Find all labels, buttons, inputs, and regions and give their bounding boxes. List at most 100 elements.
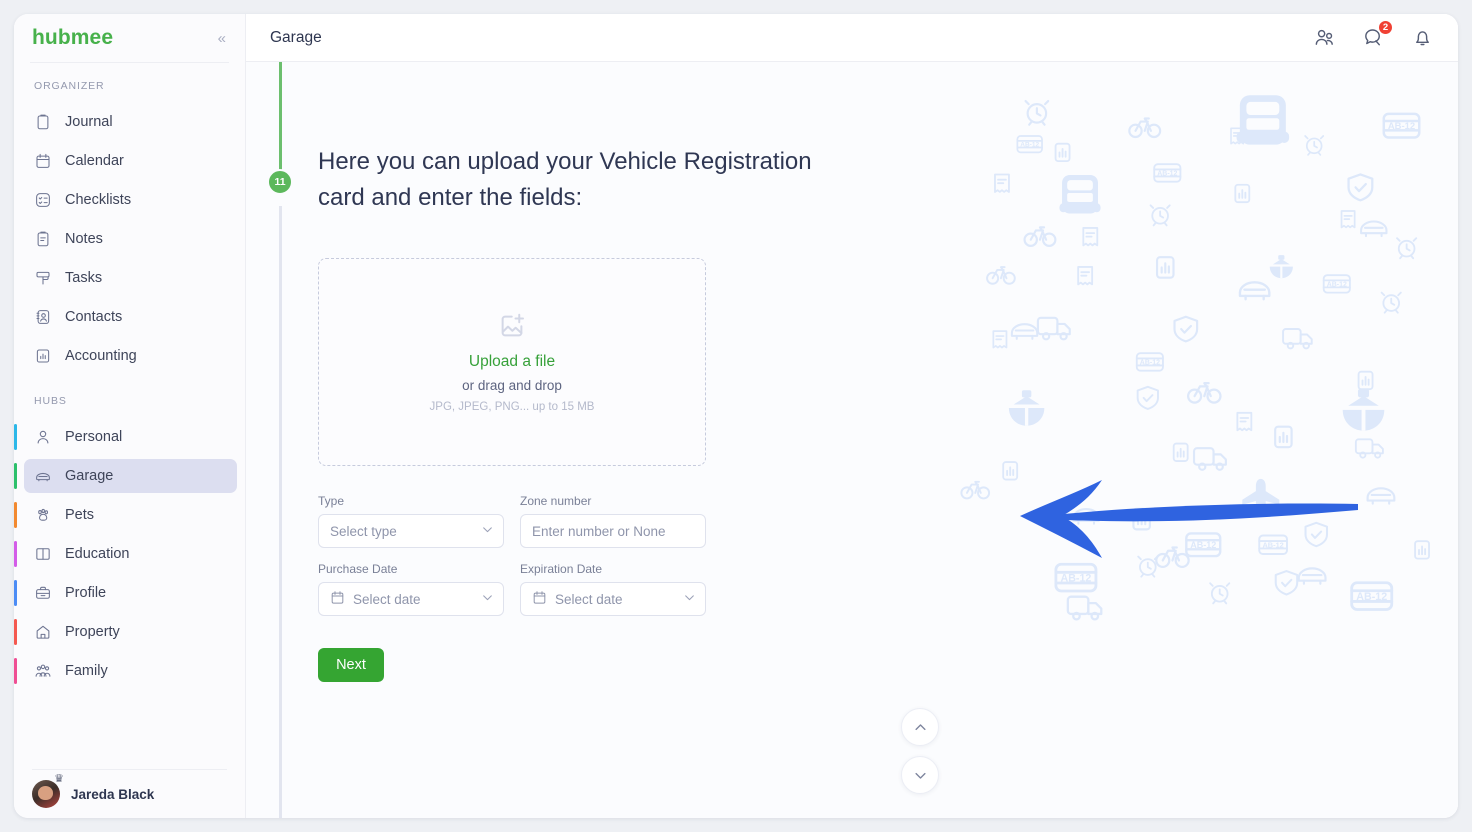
hub-accent-bar: [14, 502, 17, 528]
field-label: Type: [318, 494, 345, 508]
sidebar-item-label: Accounting: [65, 348, 137, 364]
bell-icon[interactable]: [1411, 26, 1434, 49]
type-select[interactable]: Select type: [318, 514, 504, 548]
svg-text:AB-12: AB-12: [1356, 591, 1387, 603]
app-logo[interactable]: hubmee: [32, 26, 113, 50]
expiration-date-picker[interactable]: Select date: [520, 582, 706, 616]
sidebar-item-contacts[interactable]: Contacts: [20, 300, 237, 334]
car-icon: [34, 467, 52, 485]
zone-number-input[interactable]: Enter number or None: [520, 514, 706, 548]
checklist-icon: [34, 191, 52, 209]
avatar: ♛: [32, 774, 64, 808]
accounting-chart-icon: [34, 347, 52, 365]
sidebar-item-label: Contacts: [65, 309, 123, 325]
sidebar-item-label: Garage: [65, 468, 114, 484]
chevron-down-icon[interactable]: [481, 523, 494, 539]
chevron-down-icon[interactable]: [481, 591, 494, 607]
topbar: Garage 2: [246, 14, 1458, 62]
page-title: Garage: [270, 28, 322, 46]
sidebar-item-tasks[interactable]: Tasks: [20, 261, 237, 295]
notes-icon: [34, 230, 52, 248]
sidebar-item-label: Profile: [65, 585, 107, 601]
calendar-icon: [532, 590, 547, 608]
sidebar-item-journal[interactable]: Journal: [20, 105, 237, 139]
sidebar-item-family[interactable]: Family: [14, 654, 237, 688]
sidebar-item-label: Tasks: [65, 270, 103, 286]
sidebar-item-label: Family: [65, 663, 108, 679]
user-divider: [32, 769, 227, 770]
purchase-date-picker[interactable]: Select date: [318, 582, 504, 616]
upload-a-file-link[interactable]: Upload a file: [469, 353, 555, 371]
sidebar-item-profile[interactable]: Profile: [14, 576, 237, 610]
hub-accent-bar: [14, 619, 17, 645]
sidebar: hubmee « ORGANIZER Journal Calendar Checkl…: [14, 14, 246, 818]
hubs-nav-list: Personal Garage Pets Education Profile Proper…: [14, 415, 245, 693]
sidebar-item-label: Property: [65, 624, 120, 640]
field-value: Select date: [353, 591, 421, 607]
timeline-line-completed: [279, 62, 282, 182]
briefcase-icon: [34, 584, 52, 602]
field-value: Enter number or None: [532, 523, 666, 539]
paw-icon: [34, 506, 52, 524]
users-icon[interactable]: [1313, 26, 1336, 49]
brand-row: hubmee «: [14, 14, 245, 62]
page-headline: Here you can upload your Vehicle Registr…: [318, 148, 812, 211]
chat-icon[interactable]: 2: [1362, 20, 1393, 49]
svg-text:AB-12: AB-12: [1140, 360, 1160, 367]
svg-text:AB-12: AB-12: [1327, 281, 1347, 288]
scroll-down-button[interactable]: [901, 756, 939, 794]
hub-accent-bar: [14, 424, 17, 450]
clipboard-icon: [34, 113, 52, 131]
drag-and-drop-text: or drag and drop: [462, 378, 562, 393]
field-label: Purchase Date: [318, 562, 398, 576]
calendar-icon: [34, 152, 52, 170]
field-value: Select type: [330, 523, 397, 539]
sidebar-item-label: Personal: [65, 429, 123, 445]
scroll-controls: [901, 708, 939, 794]
svg-text:AB-12: AB-12: [1190, 540, 1216, 550]
vehicle-form: Type Select type Zone number Enter number o…: [318, 494, 706, 616]
main-area: Garage 2 AB-12 AB-12 AB-12 AB-12 AB-12 A…: [246, 14, 1458, 818]
sidebar-item-label: Journal: [65, 114, 113, 130]
sidebar-item-garage[interactable]: Garage: [14, 459, 237, 493]
sidebar-item-label: Checklists: [65, 192, 132, 208]
sidebar-item-education[interactable]: Education: [14, 537, 237, 571]
chat-badge: 2: [1378, 20, 1393, 35]
topbar-icons: 2: [1313, 20, 1434, 49]
sidebar-item-notes[interactable]: Notes: [20, 222, 237, 256]
book-icon: [34, 545, 52, 563]
form-field-expiration-date-picker: Expiration Date Select date: [520, 562, 706, 616]
user-profile[interactable]: ♛ Jareda Black: [14, 774, 245, 818]
person-icon: [34, 428, 52, 446]
file-format-hint: JPG, JPEG, PNG... up to 15 MB: [429, 401, 595, 413]
sidebar-item-label: Education: [65, 546, 130, 562]
calendar-icon: [330, 590, 345, 608]
svg-text:AB-12: AB-12: [1262, 541, 1283, 550]
svg-text:AB-12: AB-12: [1157, 171, 1177, 178]
next-button[interactable]: Next: [318, 648, 384, 682]
double-chevron-left-icon[interactable]: «: [215, 29, 229, 48]
field-label: Expiration Date: [520, 562, 603, 576]
sidebar-item-pets[interactable]: Pets: [14, 498, 237, 532]
scroll-up-button[interactable]: [901, 708, 939, 746]
sidebar-item-calendar[interactable]: Calendar: [20, 144, 237, 178]
file-dropzone[interactable]: Upload a file or drag and drop JPG, JPEG…: [318, 258, 706, 466]
sidebar-item-checklists[interactable]: Checklists: [20, 183, 237, 217]
timeline-step-badge: 11: [267, 169, 293, 195]
hub-accent-bar: [14, 658, 17, 684]
crown-icon: ♛: [54, 773, 64, 785]
sidebar-item-property[interactable]: Property: [14, 615, 237, 649]
family-icon: [34, 662, 52, 680]
upload-panel: Here you can upload your Vehicle Registr…: [318, 62, 958, 682]
sidebar-item-accounting[interactable]: Accounting: [20, 339, 237, 373]
chevron-down-icon[interactable]: [683, 591, 696, 607]
timeline-rail: 11: [266, 62, 294, 818]
field-value: Select date: [555, 591, 623, 607]
sidebar-item-personal[interactable]: Personal: [14, 420, 237, 454]
form-field-type-select: Type Select type: [318, 494, 504, 548]
organizer-section-label: ORGANIZER: [34, 80, 105, 92]
field-label: Zone number: [520, 494, 592, 508]
home-icon: [34, 623, 52, 641]
tasks-icon: [34, 269, 52, 287]
